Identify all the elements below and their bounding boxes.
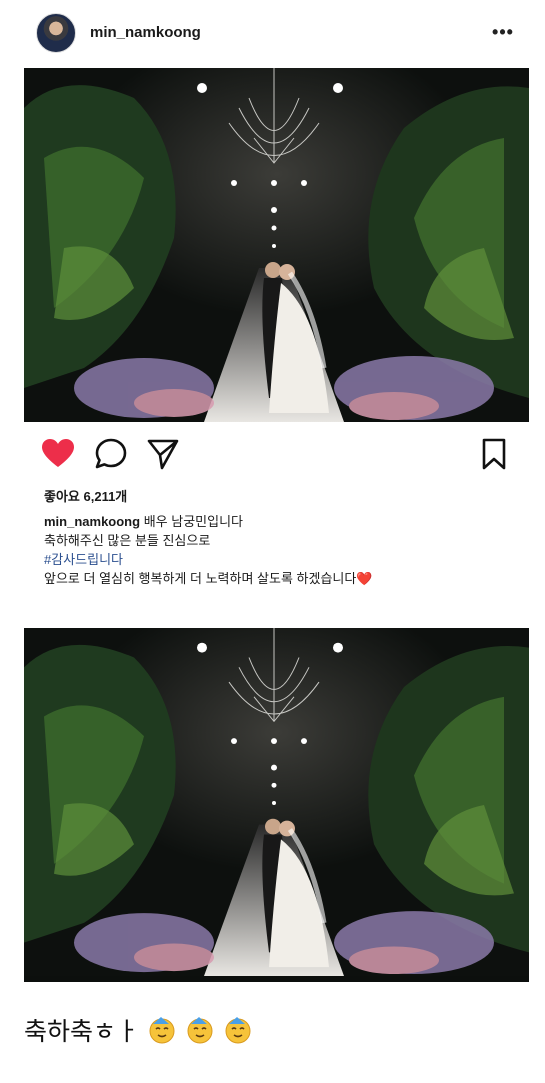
red-heart-emoji: ❤️ — [356, 571, 373, 586]
heart-filled-icon[interactable] — [40, 436, 76, 472]
profile-avatar[interactable] — [36, 13, 76, 53]
partying-face-emoji-icon — [187, 1017, 213, 1044]
caption-line-4: 앞으로 더 열심히 행복하게 더 노력하며 살도록 하겠습니다❤️ — [44, 569, 514, 588]
partying-face-emoji-icon — [149, 1017, 175, 1044]
caption-username[interactable]: min_namkoong — [44, 514, 140, 529]
caption-text-1: 배우 남궁민입니다 — [143, 514, 243, 529]
attached-photo — [24, 628, 529, 982]
more-options-icon[interactable]: ••• — [488, 22, 518, 42]
post-username[interactable]: min_namkoong — [90, 24, 201, 41]
comment: 축하축ㅎㅏ — [24, 1010, 253, 1050]
likes-count[interactable]: 좋아요 6,211개 — [44, 486, 127, 505]
post-action-bar — [0, 436, 545, 476]
caption-hashtag[interactable]: #감사드립니다 — [44, 550, 514, 569]
caption-text-4: 앞으로 더 열심히 행복하게 더 노력하며 살도록 하겠습니다 — [44, 571, 357, 586]
caption-line-1: min_namkoong 배우 남궁민입니다 — [44, 512, 514, 531]
post-header: min_namkoong ••• — [0, 0, 545, 66]
comment-bubble-icon[interactable] — [93, 436, 129, 472]
partying-face-emoji-icon — [225, 1017, 251, 1044]
paper-plane-icon[interactable] — [145, 436, 181, 472]
comment-text: 축하축ㅎㅏ — [24, 1018, 140, 1046]
bookmark-icon[interactable] — [476, 436, 512, 472]
wedding-photo-illustration-2 — [24, 628, 529, 976]
post-photo[interactable] — [24, 68, 529, 422]
wedding-photo-illustration — [24, 68, 529, 422]
post-caption: min_namkoong 배우 남궁민입니다 축하해주신 많은 분들 진심으로 … — [44, 512, 514, 588]
caption-line-2: 축하해주신 많은 분들 진심으로 — [44, 533, 211, 548]
